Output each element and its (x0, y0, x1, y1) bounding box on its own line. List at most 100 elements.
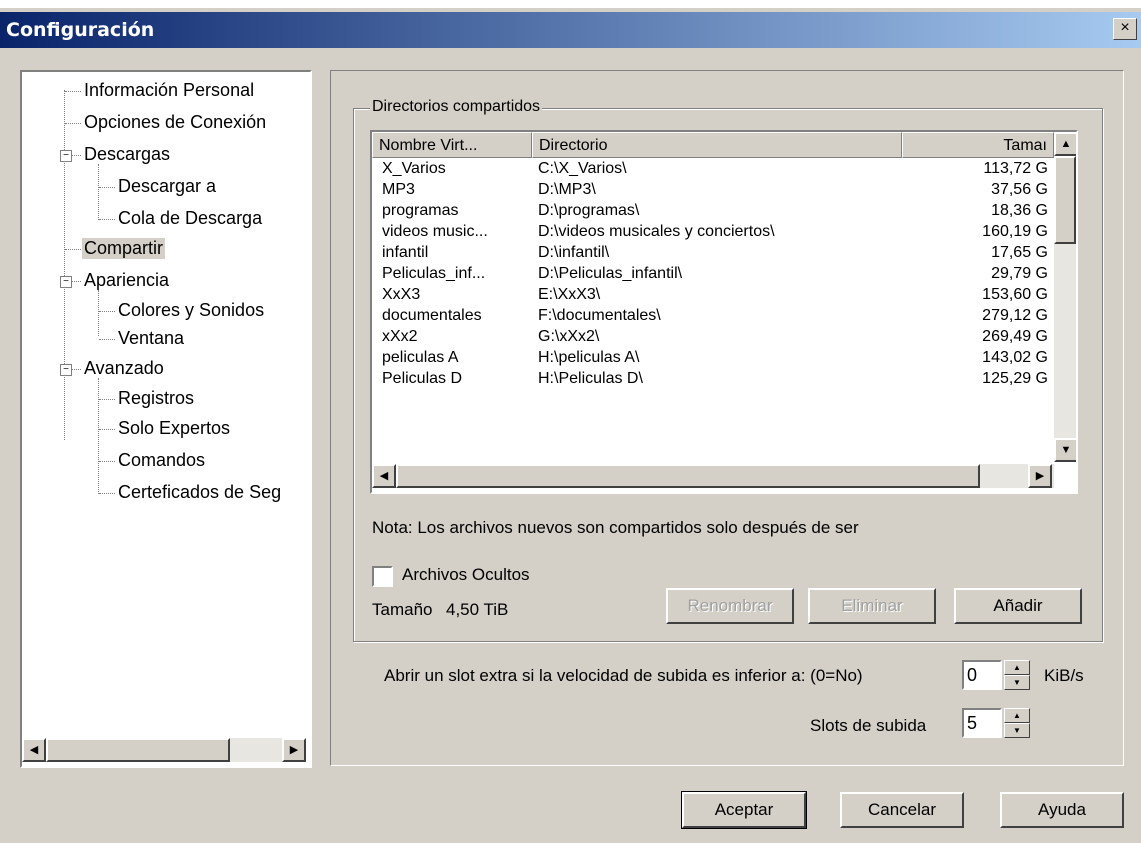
cell-name: peliculas A (382, 349, 459, 366)
tree-item-descargas[interactable]: Descargas (84, 144, 170, 165)
cell-directory: H:\Peliculas D\ (538, 370, 643, 387)
cell-size: 143,02 G (982, 349, 1048, 366)
column-header-directory[interactable]: Directorio (532, 132, 902, 158)
scroll-left-icon[interactable]: ◀ (372, 464, 396, 488)
help-button[interactable]: Ayuda (1000, 792, 1124, 828)
tree-connector (99, 311, 115, 312)
tree-item-certificados[interactable]: Certeficados de Seg (118, 482, 281, 503)
hidden-files-checkbox[interactable] (372, 566, 393, 587)
scrollbar-thumb[interactable] (396, 464, 980, 488)
table-row[interactable]: MP3 D:\MP3\ 37,56 G (372, 181, 1052, 202)
cell-directory: G:\xXx2\ (538, 328, 600, 345)
shared-directories-list[interactable]: Nombre Virt... Directorio Tamaı X_Varios… (370, 130, 1078, 494)
rename-button[interactable]: Renombrar (666, 588, 794, 624)
column-header-size[interactable]: Tamaı (902, 132, 1054, 158)
spin-up-icon[interactable]: ▲ (1004, 708, 1030, 723)
title-bar[interactable]: Configuración × (0, 12, 1141, 48)
cell-directory: F:\documentales\ (538, 307, 661, 324)
cell-name: XxX3 (382, 286, 421, 303)
cell-name: documentales (382, 307, 482, 324)
hidden-files-label[interactable]: Archivos Ocultos (402, 565, 530, 585)
scrollbar-thumb[interactable] (1054, 156, 1076, 244)
cancel-button[interactable]: Cancelar (840, 792, 964, 828)
table-row[interactable]: xXx2 G:\xXx2\ 269,49 G (372, 328, 1052, 349)
upload-slots-stepper[interactable]: ▲ ▼ (1004, 708, 1032, 738)
cell-directory: C:\X_Varios\ (538, 160, 627, 177)
scroll-right-icon[interactable]: ▶ (282, 738, 306, 762)
cell-name: xXx2 (382, 328, 418, 345)
collapse-icon[interactable]: − (60, 364, 72, 376)
tree-connector (99, 187, 115, 188)
table-row[interactable]: infantil D:\infantil\ 17,65 G (372, 244, 1052, 265)
extra-slot-stepper[interactable]: ▲ ▼ (1004, 660, 1032, 690)
tree-connector (98, 164, 99, 220)
tree-item-registros[interactable]: Registros (118, 388, 194, 409)
table-row[interactable]: Peliculas_inf... D:\Peliculas_infantil\ … (372, 265, 1052, 286)
tree-item-descargar-a[interactable]: Descargar a (118, 176, 216, 197)
tree-item-ventana[interactable]: Ventana (118, 328, 184, 349)
cell-directory: D:\infantil\ (538, 244, 610, 261)
cell-size: 18,36 G (991, 202, 1048, 219)
upload-slots-label: Slots de subida (810, 716, 927, 735)
list-vertical-scrollbar[interactable]: ▲ ▼ (1054, 132, 1076, 462)
add-button[interactable]: Añadir (954, 588, 1082, 624)
cell-size: 279,12 G (982, 307, 1048, 324)
tree-item-compartir[interactable]: Compartir (82, 238, 166, 259)
tree-item-avanzado[interactable]: Avanzado (84, 358, 164, 379)
tree-item-apariencia[interactable]: Apariencia (84, 270, 169, 291)
cell-size: 269,49 G (982, 328, 1048, 345)
tree-connector (99, 219, 115, 220)
tree-connector (64, 90, 65, 440)
spin-down-icon[interactable]: ▼ (1004, 675, 1030, 690)
tree-horizontal-scrollbar[interactable]: ◀ ▶ (22, 738, 306, 762)
table-row[interactable]: X_Varios C:\X_Varios\ 113,72 G (372, 160, 1052, 181)
scrollbar-thumb[interactable] (46, 738, 230, 762)
collapse-icon[interactable]: − (60, 150, 72, 162)
table-row[interactable]: programas D:\programas\ 18,36 G (372, 202, 1052, 223)
cell-size: 29,79 G (991, 265, 1048, 282)
cell-directory: E:\XxX3\ (538, 286, 601, 303)
cell-name: X_Varios (382, 160, 446, 177)
list-horizontal-scrollbar[interactable]: ◀ ▶ (372, 464, 1054, 488)
settings-tree[interactable]: − − − Información Personal Opciones de C… (20, 70, 312, 768)
tree-connector (99, 429, 115, 430)
table-row[interactable]: videos music... D:\videos musicales y co… (372, 223, 1052, 244)
column-header-name[interactable]: Nombre Virt... (372, 132, 532, 158)
remove-button[interactable]: Eliminar (808, 588, 936, 624)
extra-slot-input[interactable]: 0 (962, 660, 1002, 690)
extra-slot-unit: KiB/s (1044, 666, 1084, 685)
cell-directory: D:\programas\ (538, 202, 640, 219)
group-label: Directorios compartidos (370, 98, 543, 116)
cell-name: infantil (382, 244, 429, 261)
scroll-left-icon[interactable]: ◀ (22, 738, 46, 762)
cell-name: Peliculas_inf... (382, 265, 486, 282)
spin-up-icon[interactable]: ▲ (1004, 660, 1030, 675)
spin-down-icon[interactable]: ▼ (1004, 723, 1030, 738)
table-row[interactable]: XxX3 E:\XxX3\ 153,60 G (372, 286, 1052, 307)
scroll-right-icon[interactable]: ▶ (1028, 464, 1052, 488)
upload-slots-input[interactable]: 5 (962, 708, 1002, 738)
tree-connector (99, 399, 115, 400)
cell-size: 160,19 G (982, 223, 1048, 240)
tree-item-informacion-personal[interactable]: Información Personal (84, 80, 254, 101)
table-row[interactable]: Peliculas D H:\Peliculas D\ 125,29 G (372, 370, 1052, 391)
collapse-icon[interactable]: − (60, 276, 72, 288)
ok-button[interactable]: Aceptar (681, 791, 807, 829)
table-row[interactable]: documentales F:\documentales\ 279,12 G (372, 307, 1052, 328)
table-row[interactable]: peliculas A H:\peliculas A\ 143,02 G (372, 349, 1052, 370)
size-label: Tamaño (372, 600, 433, 619)
tree-item-comandos[interactable]: Comandos (118, 450, 205, 471)
tree-item-cola-descarga[interactable]: Cola de Descarga (118, 208, 262, 229)
cell-directory: D:\videos musicales y conciertos\ (538, 223, 775, 240)
scroll-up-icon[interactable]: ▲ (1054, 132, 1076, 156)
tree-connector (98, 378, 99, 494)
tree-item-opciones-conexion[interactable]: Opciones de Conexión (84, 112, 266, 133)
scroll-down-icon[interactable]: ▼ (1054, 438, 1076, 462)
tree-connector (99, 493, 115, 494)
tree-item-colores-sonidos[interactable]: Colores y Sonidos (118, 300, 264, 321)
close-button[interactable]: × (1113, 18, 1137, 40)
cell-directory: H:\peliculas A\ (538, 349, 640, 366)
tree-item-solo-expertos[interactable]: Solo Expertos (118, 418, 230, 439)
close-icon: × (1120, 19, 1130, 36)
cell-name: Peliculas D (382, 370, 463, 387)
